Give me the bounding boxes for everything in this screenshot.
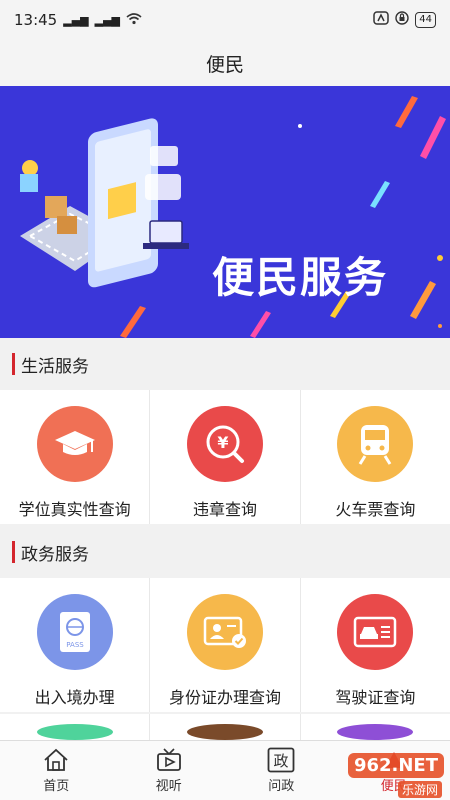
section-title: 政务服务 xyxy=(21,544,89,565)
driver-license-icon xyxy=(337,594,414,670)
nav-label: 视听 xyxy=(155,779,182,794)
service-tile-partial[interactable] xyxy=(0,714,150,740)
watermark-sub: 乐游网 xyxy=(397,781,442,798)
tile-label: 火车票查询 xyxy=(335,500,416,519)
section-accent-bar xyxy=(12,541,15,563)
service-tile-idcard[interactable]: 身份证办理查询 xyxy=(150,578,300,712)
status-bar: 13:45 ▂▄▆ ▂▄▆ 44 xyxy=(0,0,450,40)
service-tile-train[interactable]: 火车票查询 xyxy=(300,390,450,524)
partial-service-icon xyxy=(337,724,414,740)
tile-label: 出入境办理 xyxy=(34,688,115,707)
lock-icon xyxy=(395,11,409,29)
zheng-icon: 政 xyxy=(267,747,295,773)
graduation-cap-icon xyxy=(36,406,113,482)
banner[interactable]: 便民服务 xyxy=(0,86,450,338)
page-header: 便民 xyxy=(0,40,450,86)
service-tile-passport[interactable]: PASS 出入境办理 xyxy=(0,578,150,712)
traffic-violation-icon: ¥ xyxy=(186,406,263,482)
service-grid-partial xyxy=(0,714,450,740)
service-tile-license[interactable]: 驾驶证查询 xyxy=(300,578,450,712)
banner-title: 便民服务 xyxy=(212,253,389,302)
svg-text:政: 政 xyxy=(274,752,289,770)
svg-text:¥: ¥ xyxy=(217,433,228,452)
train-icon xyxy=(337,406,414,482)
page-title: 便民 xyxy=(205,53,244,76)
tv-icon xyxy=(156,747,182,773)
signal-icon: ▂▄▆ xyxy=(63,13,89,27)
nav-politics[interactable]: 政 问政 xyxy=(225,741,338,800)
svg-text:PASS: PASS xyxy=(66,641,84,649)
tile-label: 违章查询 xyxy=(192,500,257,519)
partial-service-icon xyxy=(36,724,113,740)
nav-home[interactable]: 首页 xyxy=(0,741,113,800)
nav-label: 问政 xyxy=(268,779,295,794)
service-tile-partial[interactable] xyxy=(300,714,450,740)
wifi-icon xyxy=(126,11,142,29)
service-grid-life: 学位真实性查询 ¥ 违章查询 火车票查询 xyxy=(0,390,450,524)
watermark-logo: 962.NET xyxy=(347,753,444,778)
section-header-gov: 政务服务 xyxy=(0,526,450,578)
section-title: 生活服务 xyxy=(21,356,89,377)
tile-label: 驾驶证查询 xyxy=(335,688,416,707)
tile-label: 学位真实性查询 xyxy=(18,500,131,519)
nav-video[interactable]: 视听 xyxy=(113,741,226,800)
passport-icon: PASS xyxy=(36,594,113,670)
service-grid-gov: PASS 出入境办理 身份证办理查询 驾驶证查询 xyxy=(0,578,450,712)
status-time: 13:45 xyxy=(14,11,58,29)
nfc-icon xyxy=(373,11,390,29)
service-tile-violation[interactable]: ¥ 违章查询 xyxy=(150,390,300,524)
service-tile-degree[interactable]: 学位真实性查询 xyxy=(0,390,150,524)
signal-icon: ▂▄▆ xyxy=(94,13,121,27)
service-tile-partial[interactable] xyxy=(150,714,300,740)
tile-label: 身份证办理查询 xyxy=(168,688,281,707)
battery-icon: 44 xyxy=(415,12,436,28)
id-card-icon xyxy=(186,594,263,670)
section-accent-bar xyxy=(12,353,15,375)
section-header-life: 生活服务 xyxy=(0,338,450,390)
home-icon xyxy=(43,747,69,773)
watermark-brand: 962.NET xyxy=(347,753,444,778)
nav-label: 首页 xyxy=(43,779,70,794)
partial-service-icon xyxy=(186,724,263,740)
